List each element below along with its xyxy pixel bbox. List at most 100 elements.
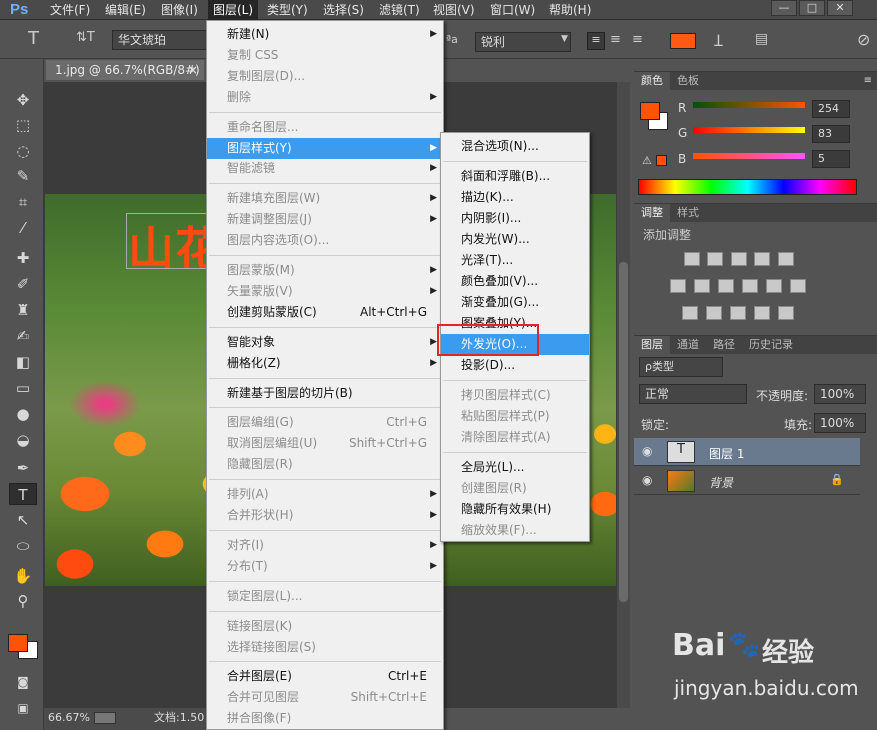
healing-tool-icon[interactable]: ✚ [9,247,37,269]
scrollbar-thumb[interactable] [619,262,628,602]
cancel-icon[interactable]: ⊘ [857,30,870,49]
opacity-input[interactable]: 100% [814,384,866,404]
menu-item[interactable]: 光泽(T)... [441,250,589,271]
menu-item[interactable]: 取消图层编组(U) Shift+Ctrl+G [207,433,443,454]
menu-item[interactable]: 粘贴图层样式(P) [441,406,589,427]
font-family-select[interactable]: 华文琥珀 [112,30,208,50]
menu-item[interactable]: 隐藏图层(R) [207,454,443,475]
crop-tool-icon[interactable]: ⌗ [9,191,37,213]
menu-type[interactable]: 类型(Y) [262,0,313,20]
vibrance-icon[interactable] [778,252,794,266]
blur-tool-icon[interactable]: ● [9,403,37,425]
menu-item[interactable]: 图层编组(G) Ctrl+G [207,412,443,433]
anti-alias-select[interactable]: 锐利 [475,32,571,52]
eraser-tool-icon[interactable]: ◧ [9,351,37,373]
minimize-button[interactable]: — [771,0,797,16]
b-value[interactable]: 5 [812,150,850,168]
document-tab[interactable]: 1.jpg @ 66.7%(RGB/8#) × [46,60,204,80]
menu-item[interactable]: 渐变叠加(G)... [441,292,589,313]
tab-paths[interactable]: 路径 [706,336,742,354]
r-slider[interactable] [693,102,805,108]
g-value[interactable]: 83 [812,125,850,143]
menu-item[interactable]: 矢量蒙版(V) ▶ [207,281,443,302]
invert-icon[interactable] [682,306,698,320]
layer-kind-filter[interactable]: ρ类型 [639,357,723,377]
menu-image[interactable]: 图像(I) [156,0,203,20]
color-spectrum[interactable] [638,179,857,195]
menu-file[interactable]: 文件(F) [45,0,95,20]
history-brush-icon[interactable]: ✍ [9,325,37,347]
ellipse-tool-icon[interactable]: ⬭ [9,535,37,557]
menu-item[interactable]: 全局光(L)... [441,457,589,478]
g-slider[interactable] [693,127,805,133]
menu-item[interactable]: 拼合图像(F) [207,708,443,729]
color-balance-icon[interactable] [694,279,710,293]
menu-item[interactable]: 创建剪贴蒙版(C) Alt+Ctrl+G [207,302,443,323]
lasso-tool-icon[interactable]: ◌ [9,140,37,162]
r-value[interactable]: 254 [812,100,850,118]
menu-item[interactable]: 智能滤镜 ▶ [207,158,443,179]
exposure-icon[interactable] [754,252,770,266]
curves-icon[interactable] [731,252,747,266]
menu-item[interactable]: 链接图层(K) [207,616,443,637]
photo-filter-icon[interactable] [742,279,758,293]
menu-item[interactable]: 斜面和浮雕(B)... [441,166,589,187]
menu-item[interactable]: 复制图层(D)... [207,66,443,87]
menu-item[interactable]: 分布(T) ▶ [207,556,443,577]
threshold-icon[interactable] [730,306,746,320]
move-tool-icon[interactable]: ✥ [9,89,37,111]
tab-layers[interactable]: 图层 [634,336,670,354]
posterize-icon[interactable] [706,306,722,320]
alignment-buttons[interactable]: ≡ ≡ ≡ [587,32,647,52]
marquee-tool-icon[interactable]: ⬚ [9,114,37,136]
quick-mask-icon[interactable]: ◙ [9,671,37,693]
menu-item[interactable]: 创建图层(R) [441,478,589,499]
vertical-scrollbar[interactable] [617,82,630,708]
close-tab-icon[interactable]: × [188,60,198,80]
panels-icon[interactable]: ▤ [755,31,768,47]
menu-item[interactable]: 清除图层样式(A) [441,427,589,448]
gamut-swatch[interactable] [656,155,667,166]
menu-item[interactable]: 智能对象 ▶ [207,332,443,353]
menu-filter[interactable]: 滤镜(T) [374,0,425,20]
tab-channels[interactable]: 通道 [670,336,706,354]
color-lookup-icon[interactable] [790,279,806,293]
eyedropper-tool-icon[interactable]: ⁄ [9,217,37,239]
brush-tool-icon[interactable]: ✐ [9,273,37,295]
align-right-icon[interactable]: ≡ [632,32,643,47]
menu-item[interactable]: 合并图层(E) Ctrl+E [207,666,443,687]
menu-item[interactable]: 混合选项(N)... [441,136,589,157]
layer-row[interactable]: ◉ 背景 🔒 [634,467,860,495]
tab-adjustments[interactable]: 调整 [634,204,670,222]
menu-item[interactable]: 新建基于图层的切片(B) [207,383,443,404]
menu-item[interactable]: 拷贝图层样式(C) [441,385,589,406]
layer-name[interactable]: 背景 [709,474,733,491]
menu-view[interactable]: 视图(V) [428,0,480,20]
maximize-button[interactable]: □ [799,0,825,16]
stamp-tool-icon[interactable]: ♜ [9,299,37,321]
menu-item[interactable]: 新建(N) ▶ [207,24,443,45]
eye-icon[interactable]: ◉ [642,444,652,458]
menu-item[interactable]: 删除 ▶ [207,87,443,108]
gradient-tool-icon[interactable]: ▭ [9,377,37,399]
blend-mode-select[interactable]: 正常 [639,384,747,404]
menu-item[interactable]: 内阴影(I)... [441,208,589,229]
levels-icon[interactable] [707,252,723,266]
menu-item[interactable]: 图层样式(Y) ▶ [207,137,443,159]
hue-sat-icon[interactable] [670,279,686,293]
menu-item[interactable]: 新建调整图层(J) ▶ [207,209,443,230]
gradient-map-icon[interactable] [778,306,794,320]
tab-swatches[interactable]: 色板 [670,72,706,90]
quick-select-tool-icon[interactable]: ✎ [9,165,37,187]
zoom-level[interactable]: 66.67% [48,708,90,728]
menu-item[interactable]: 合并形状(H) ▶ [207,505,443,526]
menu-item[interactable]: 合并可见图层 Shift+Ctrl+E [207,687,443,708]
menu-item[interactable]: 锁定图层(L)... [207,586,443,607]
align-center-icon[interactable]: ≡ [610,32,621,47]
menu-item[interactable]: 缩放效果(F)... [441,520,589,541]
eye-icon[interactable]: ◉ [642,473,652,487]
menu-item[interactable]: 排列(A) ▶ [207,484,443,505]
screen-mode-icon[interactable]: ▣ [9,697,37,719]
selective-color-icon[interactable] [754,306,770,320]
black-white-icon[interactable] [718,279,734,293]
